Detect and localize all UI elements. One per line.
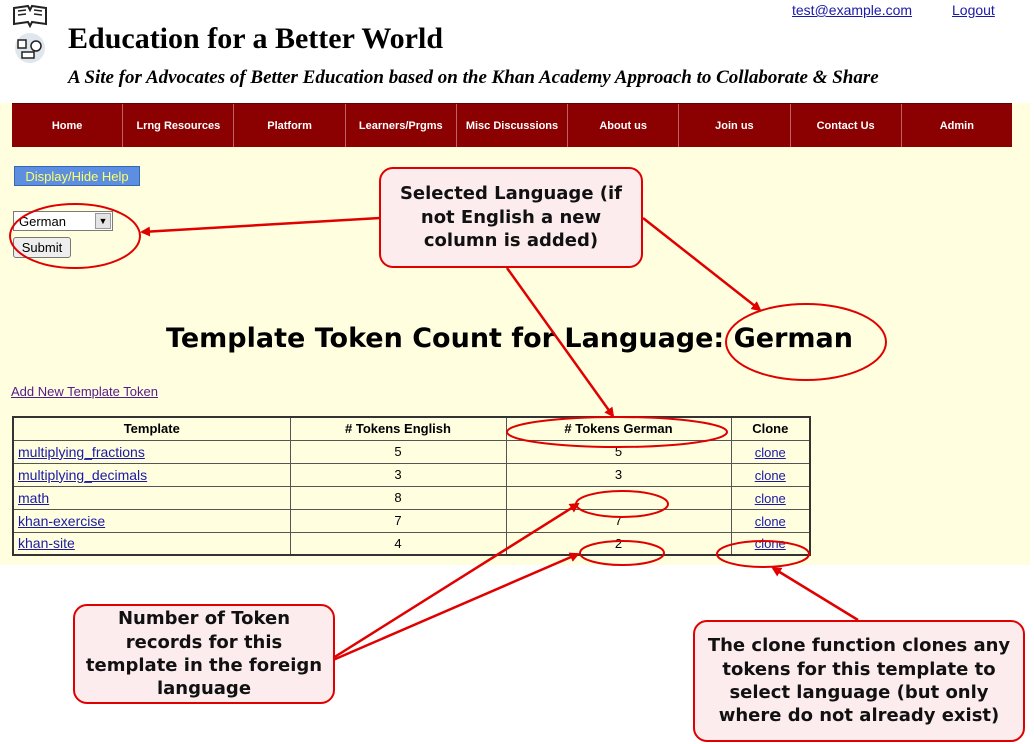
nav-contact-us[interactable]: Contact Us: [791, 104, 902, 147]
book-logo-icon: [13, 4, 47, 63]
template-name-cell: khan-site: [12, 531, 291, 556]
clone-cell: clone: [730, 462, 811, 487]
callout-selected-language: Selected Language (if not English a new …: [379, 167, 643, 268]
template-link[interactable]: multiplying_decimals: [18, 467, 147, 483]
column-header-template: Template: [12, 416, 291, 441]
main-nav: Home Lrng Resources Platform Learners/Pr…: [12, 103, 1012, 147]
english-count: 7: [289, 508, 507, 533]
display-hide-help-button[interactable]: Display/Hide Help: [14, 166, 140, 186]
table-row: math 8 clone: [12, 485, 811, 510]
arrow-to-clone: [771, 566, 859, 622]
submit-button[interactable]: Submit: [13, 237, 71, 258]
clone-cell: clone: [730, 439, 811, 464]
table-header-row: Template # Tokens English # Tokens Germa…: [12, 416, 811, 441]
site-subtitle: A Site for Advocates of Better Education…: [68, 67, 879, 88]
table-row: multiplying_decimals 3 3 clone: [12, 462, 811, 487]
foreign-count: 7: [505, 508, 732, 533]
nav-home[interactable]: Home: [12, 104, 124, 147]
english-count: 8: [289, 485, 507, 510]
clone-link[interactable]: clone: [755, 491, 786, 506]
nav-learning-resources[interactable]: Lrng Resources: [123, 104, 235, 147]
template-link[interactable]: math: [18, 490, 49, 506]
nav-about-us[interactable]: About us: [568, 104, 680, 147]
site-header: Education for a Better World A Site for …: [0, 0, 1030, 103]
callout-token-count: Number of Token records for this templat…: [73, 604, 335, 704]
callout-clone-function: The clone function clones any tokens for…: [693, 620, 1025, 742]
clone-cell: clone: [730, 508, 811, 533]
add-template-token-link[interactable]: Add New Template Token: [11, 384, 158, 399]
english-count: 5: [289, 439, 507, 464]
table-row: khan-exercise 7 7 clone: [12, 508, 811, 533]
clone-cell: clone: [730, 531, 811, 556]
foreign-count: 3: [505, 462, 732, 487]
template-name-cell: khan-exercise: [12, 508, 291, 533]
column-header-tokens-english: # Tokens English: [289, 416, 507, 441]
site-title: Education for a Better World: [68, 22, 443, 55]
clone-link[interactable]: clone: [755, 514, 786, 529]
arrow-to-partial-count: [332, 552, 580, 662]
page-title: Template Token Count for Language: Germa…: [166, 323, 853, 354]
nav-platform[interactable]: Platform: [234, 104, 346, 147]
token-count-table: Template # Tokens English # Tokens Germa…: [12, 416, 811, 556]
foreign-count: 2: [505, 531, 732, 556]
language-select[interactable]: German ▼: [13, 211, 113, 231]
column-header-tokens-german: # Tokens German: [505, 416, 732, 441]
clone-cell: clone: [730, 485, 811, 510]
column-header-clone: Clone: [730, 416, 811, 441]
template-name-cell: multiplying_fractions: [12, 439, 291, 464]
site-frame: Education for a Better World A Site for …: [0, 0, 1030, 565]
user-email-link[interactable]: test@example.com: [792, 2, 912, 18]
template-name-cell: multiplying_decimals: [12, 462, 291, 487]
english-count: 4: [289, 531, 507, 556]
english-count: 3: [289, 462, 507, 487]
nav-admin[interactable]: Admin: [902, 104, 1012, 147]
template-link[interactable]: multiplying_fractions: [18, 444, 145, 460]
foreign-count: 5: [505, 439, 732, 464]
table-row: khan-site 4 2 clone: [12, 531, 811, 556]
nav-learners-programs[interactable]: Learners/Prgms: [346, 104, 457, 147]
clone-link[interactable]: clone: [755, 445, 786, 460]
logout-link[interactable]: Logout: [952, 2, 995, 18]
template-link[interactable]: khan-site: [18, 535, 75, 551]
chevron-down-icon[interactable]: ▼: [95, 213, 111, 229]
clone-link[interactable]: clone: [755, 468, 786, 483]
template-name-cell: math: [12, 485, 291, 510]
nav-join-us[interactable]: Join us: [679, 104, 791, 147]
nav-misc-discussions[interactable]: Misc Discussions: [457, 104, 569, 147]
clone-link[interactable]: clone: [755, 536, 786, 551]
template-link[interactable]: khan-exercise: [18, 513, 105, 529]
language-select-value: German: [19, 214, 66, 229]
table-row: multiplying_fractions 5 5 clone: [12, 439, 811, 464]
foreign-count: [505, 485, 732, 510]
